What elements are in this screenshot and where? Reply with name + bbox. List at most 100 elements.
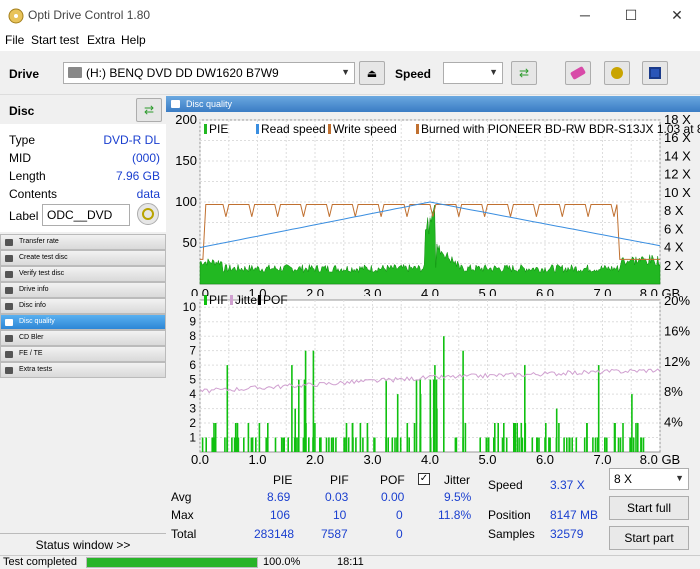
y-right-tick-label: 20% <box>664 293 690 308</box>
pif-bar <box>287 437 289 452</box>
pif-bar <box>513 423 515 452</box>
menu-file[interactable]: File <box>5 33 24 47</box>
test-speed-select[interactable]: 8 X ▼ <box>609 468 689 490</box>
legend-label: Jitter <box>235 293 261 307</box>
save-button[interactable] <box>642 61 668 85</box>
speed-select[interactable]: ▼ <box>443 62 503 84</box>
pif-bar <box>243 437 245 452</box>
menu-help[interactable]: Help <box>121 33 146 47</box>
pif-bar <box>419 423 421 452</box>
pif-bar <box>296 437 298 452</box>
nav-verify-test-disc[interactable]: Verify test disc <box>0 266 166 282</box>
pif-bar <box>555 437 558 452</box>
y-left-tick-label: 6 <box>189 358 196 372</box>
pif-bar <box>226 365 229 452</box>
menu-extra[interactable]: Extra <box>87 33 115 47</box>
pif-bar <box>250 437 253 452</box>
start-full-button[interactable]: Start full <box>609 496 689 520</box>
pif-bar <box>514 423 516 452</box>
nav-fe-te[interactable]: FE / TE <box>0 346 166 362</box>
pif-bar <box>464 423 467 452</box>
pif-bar <box>362 437 364 452</box>
nav-icon <box>5 319 13 326</box>
pif-bar <box>548 437 550 452</box>
disc-refresh-button[interactable]: ⇄ <box>136 98 162 122</box>
pif-bar <box>493 437 495 452</box>
pif-bar <box>524 423 527 452</box>
y-left-tick-label: 8 <box>189 329 196 343</box>
pif-bar <box>231 437 233 452</box>
max-label: Max <box>171 508 194 522</box>
pif-bar <box>558 423 560 452</box>
mid-key: MID <box>9 151 31 165</box>
label-key: Label <box>9 209 39 223</box>
chevron-down-icon: ▼ <box>489 67 498 77</box>
pif-jitter-chart: 0.0 1.0 2.0 3.0 4.0 5.0 6.0 7.0 8.0 GB1234567891… <box>183 293 691 464</box>
nav-label: Disc quality <box>19 318 55 325</box>
avg-jitter: 9.5% <box>444 490 472 504</box>
maximize-button[interactable]: ☐ <box>608 0 654 31</box>
legend-label: Read speed <box>261 122 326 136</box>
col-header-jitter: Jitter <box>444 473 471 487</box>
label-apply-button[interactable] <box>137 203 159 225</box>
pif-bar <box>328 437 330 452</box>
nav-icon <box>5 367 13 374</box>
nav-cd-bler[interactable]: CD Bler <box>0 330 166 346</box>
pif-bar <box>387 437 389 452</box>
nav-label: Transfer rate <box>19 238 59 245</box>
pif-bar <box>619 437 622 452</box>
pif-bar <box>520 423 523 452</box>
refresh-speed-button[interactable]: ⇄ <box>511 61 537 85</box>
pif-bar <box>314 423 316 452</box>
nav-transfer-rate[interactable]: Transfer rate <box>0 234 166 250</box>
pif-bar <box>479 437 481 452</box>
nav-extra-tests[interactable]: Extra tests <box>0 362 166 378</box>
minimize-button[interactable]: ─ <box>562 0 608 31</box>
contents-value: data <box>136 187 160 201</box>
legend-label: Write speed <box>333 122 397 136</box>
col-header-pif: PIF <box>330 473 349 487</box>
eject-button[interactable]: ⏏ <box>359 61 385 85</box>
pif-bar <box>597 365 600 452</box>
erase-button[interactable] <box>565 61 591 85</box>
y-left-tick-label: 1 <box>189 431 196 445</box>
drive-select[interactable]: (H:) BENQ DVD DD DW1620 B7W9 ▼ <box>63 62 355 84</box>
label-input[interactable]: ODC__DVD <box>42 204 130 226</box>
settings-button[interactable] <box>604 61 630 85</box>
pif-bar <box>282 437 285 452</box>
legend-label: PIF <box>209 293 228 307</box>
eraser-icon <box>569 66 587 80</box>
pif-bar <box>359 423 362 452</box>
y-right-tick-label: 12 X <box>664 167 691 182</box>
pif-bar <box>394 437 396 452</box>
pif-bar <box>312 437 314 452</box>
legend-swatch <box>204 295 207 305</box>
type-value: DVD-R DL <box>103 133 160 147</box>
y-right-tick-label: 12% <box>664 354 690 369</box>
pif-bar <box>205 437 207 452</box>
y-left-tick-label: 5 <box>189 373 196 387</box>
drive-label: Drive <box>9 67 40 81</box>
type-key: Type <box>9 133 36 147</box>
pif-bar <box>224 437 226 452</box>
nav-disc-quality[interactable]: Disc quality <box>0 314 166 330</box>
nav-drive-info[interactable]: Drive info <box>0 282 166 298</box>
legend-label: PIE <box>209 122 228 136</box>
avg-pof: 0.00 <box>381 490 405 504</box>
status-window-button[interactable]: Status window >> <box>0 533 166 555</box>
pif-bar <box>335 437 337 452</box>
y-right-tick-label: 2 X <box>664 258 684 273</box>
pif-bar <box>385 379 387 452</box>
refresh-icon: ⇄ <box>518 66 530 80</box>
chevron-down-icon: ▼ <box>675 473 684 483</box>
close-button[interactable]: ✕ <box>654 0 700 31</box>
y-right-tick-label: 8 X <box>664 203 684 218</box>
nav-create-test-disc[interactable]: Create test disc <box>0 250 166 266</box>
menu-start-test[interactable]: Start test <box>31 33 79 47</box>
nav-disc-info[interactable]: Disc info <box>0 298 166 314</box>
start-part-button[interactable]: Start part <box>609 526 689 550</box>
pif-bar <box>604 437 606 452</box>
jitter-checkbox[interactable]: ✓ <box>418 473 430 485</box>
pif-bar <box>330 437 333 452</box>
pif-bar <box>462 350 464 452</box>
